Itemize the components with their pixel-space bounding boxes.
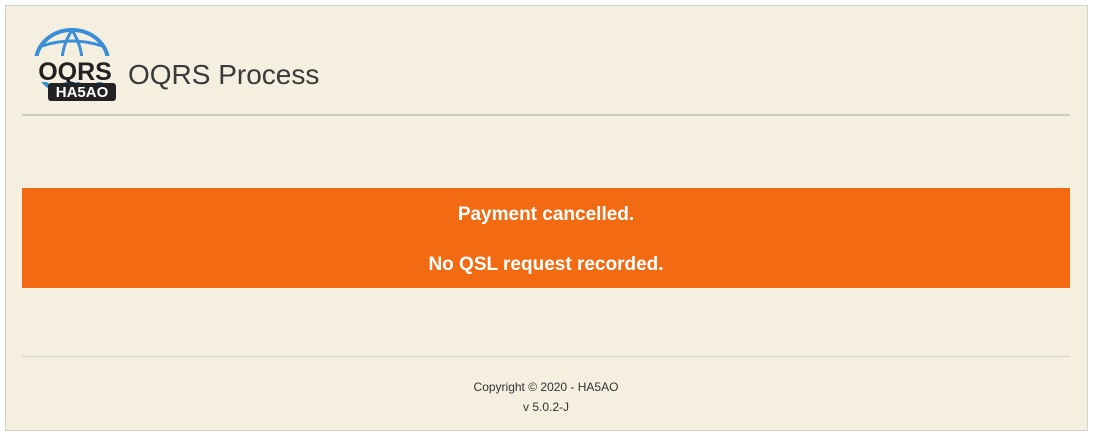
header-divider <box>22 114 1070 116</box>
logo-text-main: OQRS <box>38 58 112 86</box>
logo-text-sub: HA5AO <box>56 84 109 101</box>
copyright-text: Copyright © 2020 - HA5AO <box>473 380 619 394</box>
globe-logo-icon: OQRS HA5AO <box>34 28 118 101</box>
alert-message-payment: Payment cancelled. <box>457 204 635 225</box>
header: OQRS HA5AO OQRS Process <box>22 24 1072 114</box>
alert-banner: Payment cancelled. No QSL request record… <box>22 188 1070 288</box>
footer-divider <box>22 356 1070 357</box>
alert-message-request: No QSL request recorded. <box>428 254 664 275</box>
footer: Copyright © 2020 - HA5AO v 5.0.2-J <box>22 377 1070 417</box>
page-title: OQRS Process <box>128 59 320 90</box>
page-container: OQRS HA5AO OQRS Process Payment cancelle… <box>5 5 1088 431</box>
oqrs-logo: OQRS HA5AO <box>28 26 118 106</box>
version-text: v 5.0.2-J <box>522 400 570 414</box>
